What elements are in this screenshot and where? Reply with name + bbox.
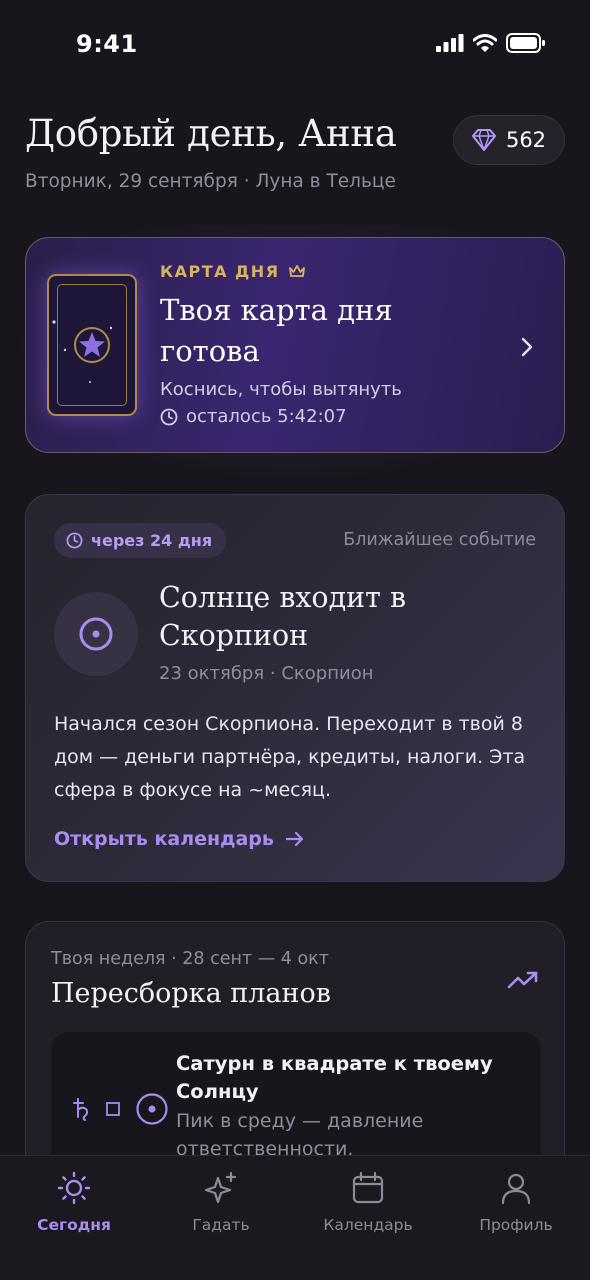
star-icon [52,320,113,383]
clock-icon [66,532,83,549]
diamond-icon [471,129,496,151]
tab-divination[interactable]: Гадать [151,1170,291,1234]
trending-up-icon [507,971,538,989]
nearest-event-card[interactable]: через 24 дня Ближайшее событие Солнце вх… [25,494,565,882]
gems-count: 562 [505,128,547,152]
transit-symbols [73,1092,169,1126]
event-countdown-badge: через 24 дня [54,523,227,558]
transit-title: Сатурн в квадрате к твоему Солнцу [176,1052,493,1103]
square-aspect-icon [106,1102,120,1116]
arrow-right-icon [285,831,304,847]
tab-today[interactable]: Сегодня [4,1170,144,1234]
tab-calendar[interactable]: Календарь [298,1170,438,1234]
card-of-day[interactable]: КАРТА ДНЯ Твоя карта дня готова Коснись,… [25,237,565,453]
calendar-icon [352,1171,384,1204]
card-of-day-hint: Коснись, чтобы вытянуть [160,379,402,400]
tab-calendar-label: Календарь [323,1216,413,1234]
sun-symbol-icon [54,592,138,676]
sun-icon [57,1171,91,1205]
open-calendar-link[interactable]: Открыть календарь [54,828,304,850]
sparkle-icon [204,1171,237,1204]
event-date: 23 октября · Скорпион [159,663,374,684]
signal-icon [436,34,464,52]
event-description: Начался сезон Скорпиона. Переходит в тво… [54,713,526,801]
tab-profile-label: Профиль [479,1216,553,1234]
tab-today-label: Сегодня [37,1216,111,1234]
week-title: Пересборка планов [51,978,331,1009]
week-range: Твоя неделя · 28 сент — 4 окт [51,949,329,969]
tab-profile[interactable]: Профиль [446,1170,586,1234]
clock-icon [160,408,178,425]
card-of-day-timer: осталось 5:42:07 [160,406,347,427]
tab-divination-label: Гадать [192,1216,250,1234]
status-icons [436,33,546,53]
tab-bar: Сегодня Гадать Календарь Профиль [0,1155,590,1280]
card-of-day-label: КАРТА ДНЯ [160,262,306,281]
date-moon-subtitle: Вторник, 29 сентября · Луна в Тельце [25,171,396,192]
crown-icon [288,265,305,277]
tarot-card-image [47,274,137,416]
person-icon [501,1173,531,1205]
saturn-symbol-icon [73,1098,89,1121]
card-of-day-title: Твоя карта дня готова [160,293,393,368]
chevron-right-icon [521,337,533,357]
event-title: Солнце входит в Скорпион [159,581,407,652]
status-bar: 9:41 [0,0,590,90]
wifi-icon [473,34,497,52]
status-time: 9:41 [76,30,138,58]
battery-icon [506,33,545,53]
greeting-title: Добрый день, Анна [25,112,397,155]
nearest-event-label: Ближайшее событие [343,530,536,550]
sun-symbol-icon [136,1093,168,1125]
gems-balance-button[interactable]: 562 [453,115,565,165]
